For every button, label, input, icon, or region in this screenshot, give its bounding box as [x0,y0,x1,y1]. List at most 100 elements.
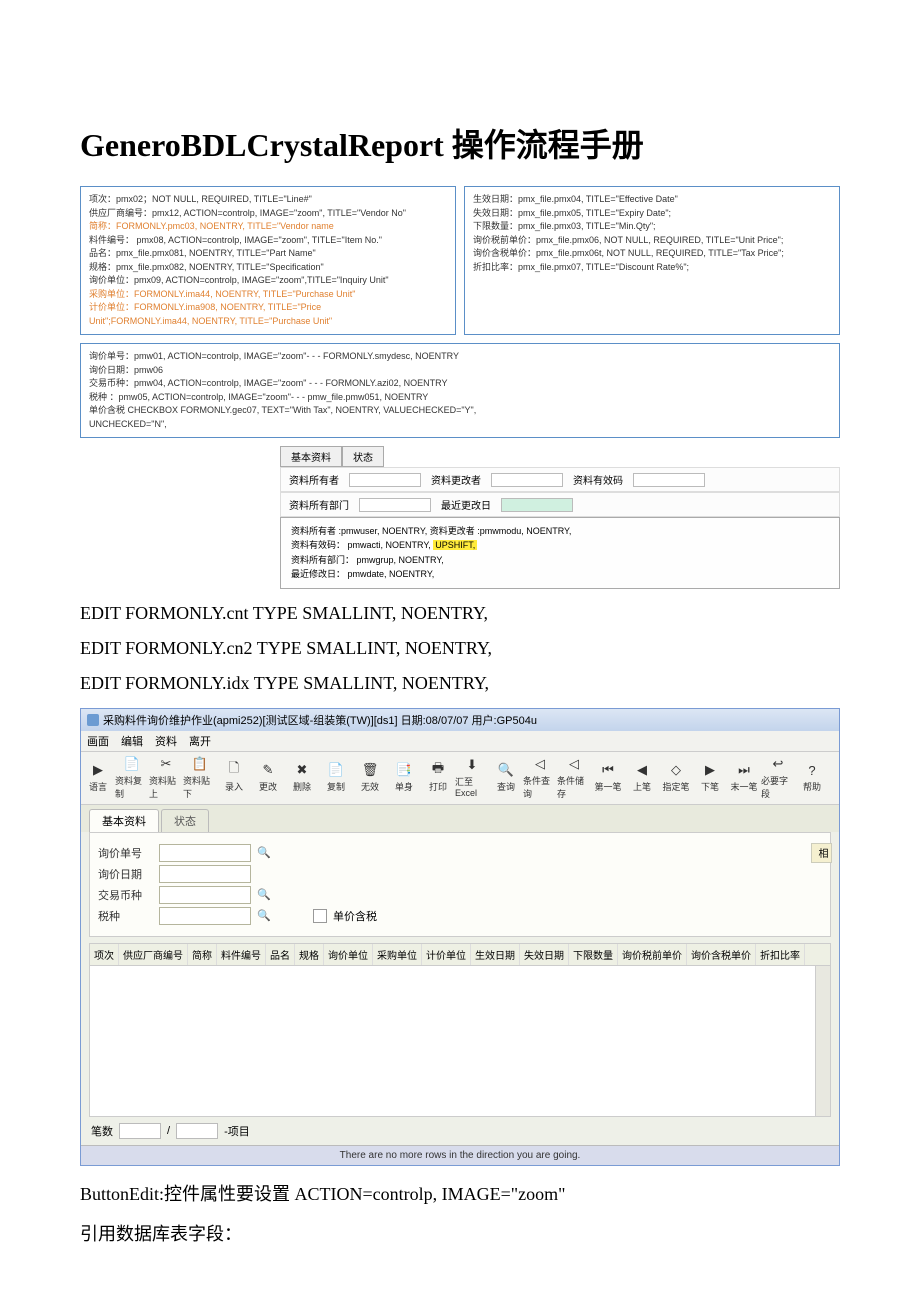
input-inquiry-date[interactable] [159,865,251,883]
toolbar-icon: 🔍 [498,762,514,778]
toolbar-资料复制[interactable]: 📄 资料复制 [115,754,149,802]
grid-col[interactable]: 采购单位 [373,944,422,965]
app-window: 采购料件询价维护作业(apmi252)[测试区域-组装策(TW)][ds1] 日… [80,708,840,1166]
grid-header: 项次供应厂商编号简称料件编号品名规格询价单位采购单位计价单位生效日期失效日期下限… [89,943,831,966]
toolbar-icon: ⏮ [600,762,616,778]
toolbar-更改[interactable]: ✎ 更改 [251,754,285,802]
toolbar-必要字段[interactable]: ↩必要字段 [761,754,795,802]
field-spec-left: 项次：pmx02；NOT NULL, REQUIRED, TITLE="Line… [80,186,456,335]
mid-tab-basic: 基本资料 [280,446,342,467]
footer-2: 引用数据库表字段： [80,1220,840,1246]
toolbar-末一笔[interactable]: ⏭末一笔 [727,754,761,802]
tab-basic[interactable]: 基本资料 [89,809,159,832]
toolbar-label: 资料贴上 [149,774,183,800]
mid-tab-status: 状态 [342,446,384,467]
grid-col[interactable]: 品名 [266,944,295,965]
toolbar-label: 必要字段 [761,774,795,800]
toolbar-打印[interactable]: 🖶 打印 [421,754,455,802]
window-title: 采购料件询价维护作业(apmi252)[测试区域-组装策(TW)][ds1] 日… [103,712,537,728]
toolbar-资料贴下[interactable]: 📋资料贴下 [183,754,217,802]
toolbar-icon: ⏭ [736,762,752,778]
grid-col[interactable]: 询价税前单价 [618,944,687,965]
toolbar-icon: 🖶 [430,762,446,778]
grid-col[interactable]: 料件编号 [217,944,266,965]
toolbar-条件查询[interactable]: ◁条件查询 [523,754,557,802]
grid-col[interactable]: 下限数量 [569,944,618,965]
menubar: 画面 编辑 资料 离开 [81,731,839,752]
toolbar-icon: ◇ [668,762,684,778]
toolbar-单身[interactable]: 📑单身 [387,754,421,802]
window-titlebar: 采购料件询价维护作业(apmi252)[测试区域-组装策(TW)][ds1] 日… [81,709,839,731]
toolbar-复制[interactable]: 📄 复制 [319,754,353,802]
toolbar-icon: ? [804,762,820,778]
grid-col[interactable]: 供应厂商编号 [119,944,188,965]
toolbar-条件储存[interactable]: ◁条件储存 [557,754,591,802]
toolbar-下笔[interactable]: ▶ 下笔 [693,754,727,802]
toolbar-icon: 📄 [124,756,140,772]
toolbar-帮助[interactable]: ? 帮助 [795,754,829,802]
toolbar-label: 汇至Excel [455,775,489,798]
mid-fields-row2: 资料所有部门 最近更改日 [280,492,840,517]
input-tax[interactable] [159,907,251,925]
label-currency: 交易币种 [98,887,153,903]
grid-body [89,966,831,1117]
menu-data[interactable]: 资料 [155,733,177,749]
toolbar-label: 删除 [293,780,311,793]
toolbar-label: 更改 [259,780,277,793]
grid-col[interactable]: 规格 [295,944,324,965]
zoom-icon[interactable]: 🔍 [257,846,271,860]
grid-col[interactable]: 询价含税单价 [687,944,756,965]
toolbar-icon: ✎ [260,762,276,778]
tab-status[interactable]: 状态 [161,809,209,832]
grid-col[interactable]: 失效日期 [520,944,569,965]
toolbar-语言[interactable]: ▶语言 [81,754,115,802]
toolbar-查询[interactable]: 🔍 查询 [489,754,523,802]
zoom-icon[interactable]: 🔍 [257,909,271,923]
grid-col[interactable]: 项次 [90,944,119,965]
menu-exit[interactable]: 离开 [189,733,211,749]
grid-col[interactable]: 折扣比率 [756,944,805,965]
grid-col[interactable]: 询价单位 [324,944,373,965]
label-tax: 税种 [98,908,153,924]
label-withtax: 单价含税 [333,908,377,924]
zoom-icon[interactable]: 🔍 [257,888,271,902]
toolbar-删除[interactable]: ✖删除 [285,754,319,802]
footer-1: ButtonEdit:控件属性要设置 ACTION=controlp, IMAG… [80,1180,840,1206]
input-currency[interactable] [159,886,251,904]
toolbar-label: 上笔 [633,780,651,793]
toolbar-无效[interactable]: 🗑无效 [353,754,387,802]
toolbar-指定笔[interactable]: ◇指定笔 [659,754,693,802]
toolbar-icon: ◀ [634,762,650,778]
toolbar-label: 查询 [497,780,515,793]
field-spec-right: 生效日期：pmx_file.pmx04, TITLE="Effective Da… [464,186,840,335]
toolbar-icon: ▶ [90,762,106,778]
scrollbar[interactable] [815,966,830,1116]
toolbar-label: 资料复制 [115,774,149,800]
toolbar-icon: ▶ [702,762,718,778]
toolbar-label: 下笔 [701,780,719,793]
input-inquiry-no[interactable] [159,844,251,862]
menu-edit[interactable]: 编辑 [121,733,143,749]
toolbar-第一笔[interactable]: ⏮第一笔 [591,754,625,802]
toolbar-icon: ✂ [158,756,174,772]
menu-screen[interactable]: 画面 [87,733,109,749]
toolbar-label: 复制 [327,780,345,793]
toolbar-label: 录入 [225,780,243,793]
toolbar-录入[interactable]: 🗋 录入 [217,754,251,802]
pager-current[interactable] [119,1123,161,1139]
grid-col[interactable]: 简称 [188,944,217,965]
toolbar-上笔[interactable]: ◀ 上笔 [625,754,659,802]
grid-col[interactable]: 计价单位 [422,944,471,965]
pager: 笔数 / -项目 [81,1117,839,1145]
status-bar: There are no more rows in the direction … [81,1145,839,1165]
grid-col[interactable]: 生效日期 [471,944,520,965]
toolbar-icon: 📄 [328,762,344,778]
toolbar-label: 打印 [429,780,447,793]
page-title: GeneroBDLCrystalReport 操作流程手册 [80,120,840,166]
toolbar-icon: 🗋 [226,762,242,778]
toolbar-资料贴上[interactable]: ✂ 资料贴上 [149,754,183,802]
toolbar-汇至Excel[interactable]: ⬇汇至Excel [455,754,489,802]
toolbar-label: 帮助 [803,780,821,793]
side-tab[interactable]: 相 [811,843,832,863]
checkbox-withtax[interactable] [313,909,327,923]
